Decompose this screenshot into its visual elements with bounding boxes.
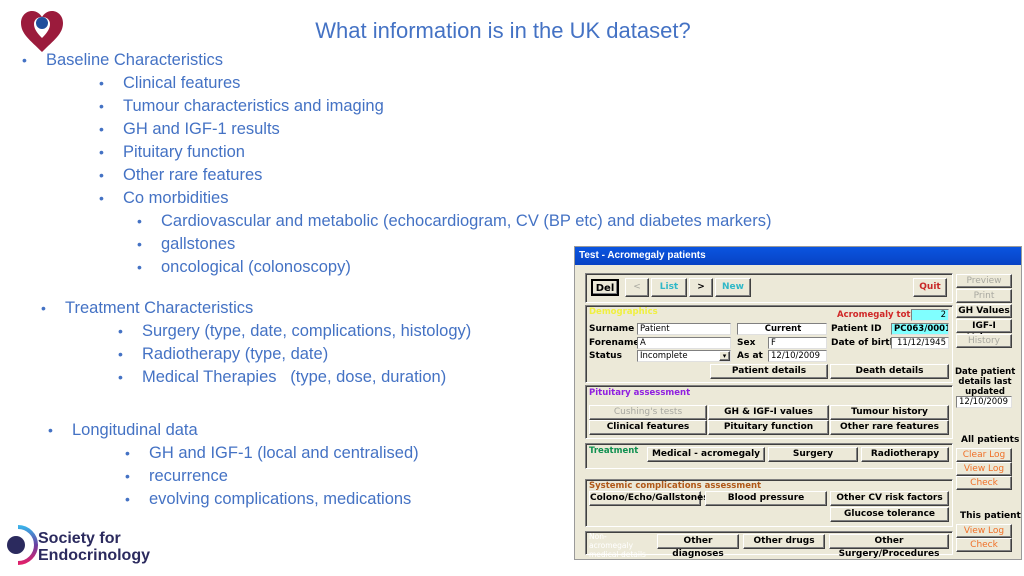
pituitary-function-button[interactable]: Pituitary function <box>708 420 829 435</box>
other-section-label: Non-acromegaly medical details <box>589 532 646 559</box>
window-titlebar[interactable]: Test - Acromegaly patients <box>575 247 1021 265</box>
bullet-item: • recurrence <box>125 467 228 485</box>
patient-details-button[interactable]: Patient details <box>710 364 828 379</box>
bullet-item: • Pituitary function <box>99 143 245 161</box>
preview-button[interactable]: Preview <box>956 274 1012 288</box>
bullet-item: • Other rare features <box>99 166 263 184</box>
bullet-treatment: • Treatment Characteristics <box>41 299 254 317</box>
as-at-label: As at <box>737 351 763 361</box>
other-drugs-button[interactable]: Other drugs <box>743 534 825 549</box>
demographics-section-label: Demographics <box>589 307 658 317</box>
view-log-patient-button[interactable]: View Log <box>956 524 1012 538</box>
print-button[interactable]: Print <box>956 289 1012 303</box>
medical-acromegaly-button[interactable]: Medical - acromegaly <box>647 447 765 462</box>
list-button[interactable]: List <box>651 278 687 297</box>
bullet-item: • GH and IGF-1 results <box>99 120 280 138</box>
history-button[interactable]: History <box>956 334 1012 348</box>
bullet-item: • Medical Therapies (type, dose, duration… <box>118 368 447 386</box>
app-window: Test - Acromegaly patients Del < List > … <box>574 246 1022 560</box>
bullet-item: • Clinical features <box>99 74 241 92</box>
this-patient-label: This patient <box>960 511 1021 521</box>
bullet-item: • Co morbidities <box>99 189 229 207</box>
blood-pressure-button[interactable]: Blood pressure <box>705 491 827 506</box>
glucose-tolerance-button[interactable]: Glucose tolerance <box>830 507 949 522</box>
sex-field[interactable]: F <box>768 337 827 349</box>
forename-label: Forename <box>589 338 640 348</box>
date-updated-field[interactable]: 12/10/2009 <box>956 396 1012 408</box>
dob-label: Date of birth <box>831 338 896 348</box>
surname-label: Surname <box>589 324 635 334</box>
surgery-button[interactable]: Surgery <box>768 447 858 462</box>
bullet-item: • GH and IGF-1 (local and centralised) <box>125 444 419 462</box>
slide-title: What information is in the UK dataset? <box>315 18 691 43</box>
check-patient-button[interactable]: Check <box>956 538 1012 552</box>
quit-button[interactable]: Quit <box>913 278 947 297</box>
status-label: Status <box>589 351 622 361</box>
status-dropdown[interactable]: Incomplete <box>637 350 731 362</box>
delete-button[interactable]: Del <box>591 279 619 296</box>
clinical-features-button[interactable]: Clinical features <box>589 420 707 435</box>
bullet-baseline: • Baseline Characteristics <box>22 51 223 69</box>
gh-values-button[interactable]: GH Values <box>956 304 1012 318</box>
bullet-item: • evolving complications, medications <box>125 490 412 508</box>
death-details-button[interactable]: Death details <box>830 364 949 379</box>
dob-field[interactable]: 11/12/1945 <box>891 337 949 349</box>
next-button[interactable]: > <box>689 278 713 297</box>
bullet-longitudinal: • Longitudinal data <box>48 421 198 439</box>
patient-id-label: Patient ID <box>831 324 882 334</box>
bullet-item: • Surgery (type, date, complications, his… <box>118 322 472 340</box>
as-at-field[interactable]: 12/10/2009 <box>768 350 827 362</box>
society-logo-text: Society for Endocrinology <box>38 530 150 564</box>
society-logo-icon <box>7 525 38 565</box>
gh-igf-values-button[interactable]: GH & IGF-I values <box>708 405 829 420</box>
radiotherapy-button[interactable]: Radiotherapy <box>861 447 949 462</box>
new-button[interactable]: New <box>715 278 751 297</box>
tumour-history-button[interactable]: Tumour history <box>830 405 949 420</box>
check-all-button[interactable]: Check <box>956 476 1012 490</box>
chevron-down-icon[interactable]: ▾ <box>719 351 730 361</box>
view-log-all-button[interactable]: View Log <box>956 462 1012 476</box>
treatment-section-label: Treatment <box>589 446 639 456</box>
systemic-section-label: Systemic complications assessment <box>589 481 762 491</box>
bullet-subitem: • Cardiovascular and metabolic (echocardi… <box>137 212 772 230</box>
patient-id-field[interactable]: PC063/0001 <box>891 323 949 335</box>
all-patients-label: All patients <box>961 435 1020 445</box>
colono-echo-gallstones-button[interactable]: Colono/Echo/Gallstones <box>589 491 709 506</box>
other-surgery-procedures-button[interactable]: Other Surgery/Procedures <box>829 534 949 559</box>
pituitary-section-label: Pituitary assessment <box>589 388 691 398</box>
other-cv-risk-factors-button[interactable]: Other CV risk factors <box>830 491 949 506</box>
acromegaly-total-label: Acromegaly total: <box>837 310 923 320</box>
bullet-item: • Tumour characteristics and imaging <box>99 97 384 115</box>
bullet-subitem: • gallstones <box>137 235 236 253</box>
other-rare-features-button[interactable]: Other rare features <box>830 420 949 435</box>
date-updated-label: Date patient details last updated <box>955 367 1016 397</box>
surname-field[interactable]: Patient <box>637 323 731 335</box>
current-field: Current <box>737 323 827 335</box>
bullet-subitem: • oncological (colonoscopy) <box>137 258 351 276</box>
igf-values-button[interactable]: IGF-I Values <box>956 319 1012 343</box>
forename-field[interactable]: A <box>637 337 731 349</box>
bullet-item: • Radiotherapy (type, date) <box>118 345 329 363</box>
sex-label: Sex <box>737 338 756 348</box>
previous-button[interactable]: < <box>625 278 649 297</box>
other-diagnoses-button[interactable]: Other diagnoses <box>657 534 739 559</box>
cushings-tests-button[interactable]: Cushing's tests <box>589 405 707 420</box>
acromegaly-total-field: 2 <box>911 309 949 321</box>
clear-log-button[interactable]: Clear Log <box>956 448 1012 462</box>
